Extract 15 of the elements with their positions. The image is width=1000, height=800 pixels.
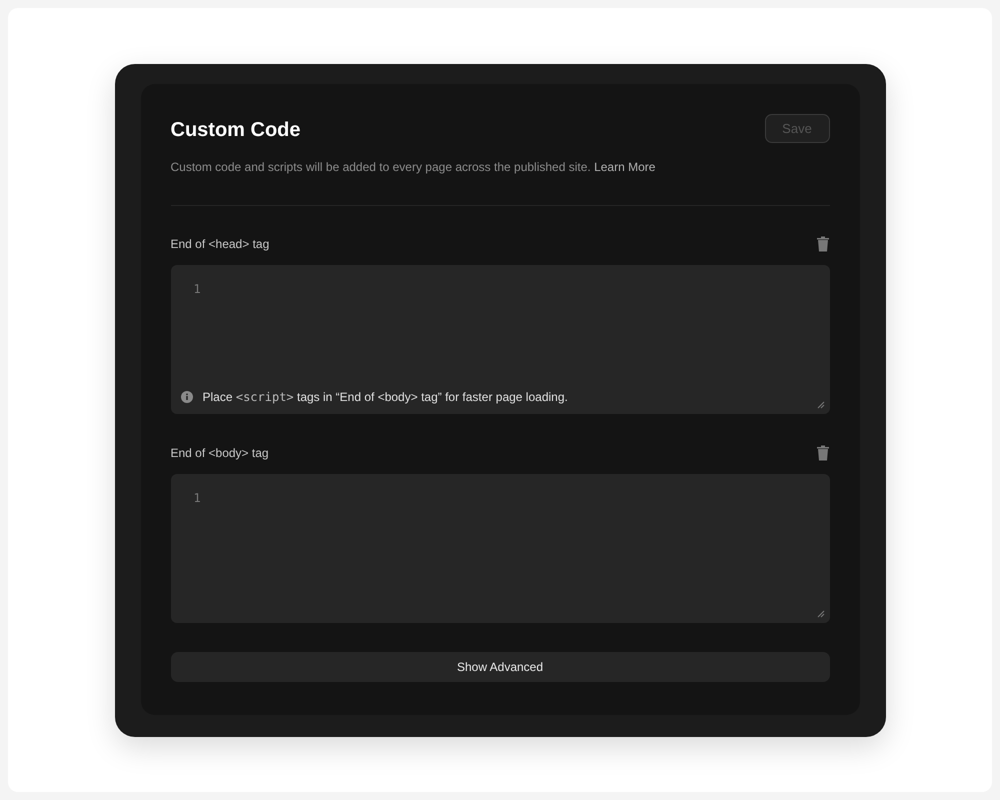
resize-grip-icon[interactable] [816,610,824,618]
learn-more-link[interactable]: Learn More [594,160,656,174]
section-label: End of <body> tag [170,446,269,460]
code-editor[interactable]: 1 Place <script> tags in “End of <body> tag” for faster page loading. [170,265,830,414]
line-number: 1 [194,491,202,505]
line-number: 1 [194,282,202,296]
panel-title: Custom Code [170,119,300,142]
show-advanced-button[interactable]: Show Advanced [170,652,830,682]
section-label: End of <head> tag [170,237,270,251]
trash-icon[interactable] [816,236,830,252]
info-icon [180,391,192,403]
hint-text: Place <script> tags in “End of <body> tag” for faster page loading. [202,390,568,404]
description-text: Custom code and scripts will be added to every page across the published site. Learn More [170,160,656,174]
resize-grip-icon[interactable] [816,401,824,409]
trash-icon[interactable] [816,445,830,461]
